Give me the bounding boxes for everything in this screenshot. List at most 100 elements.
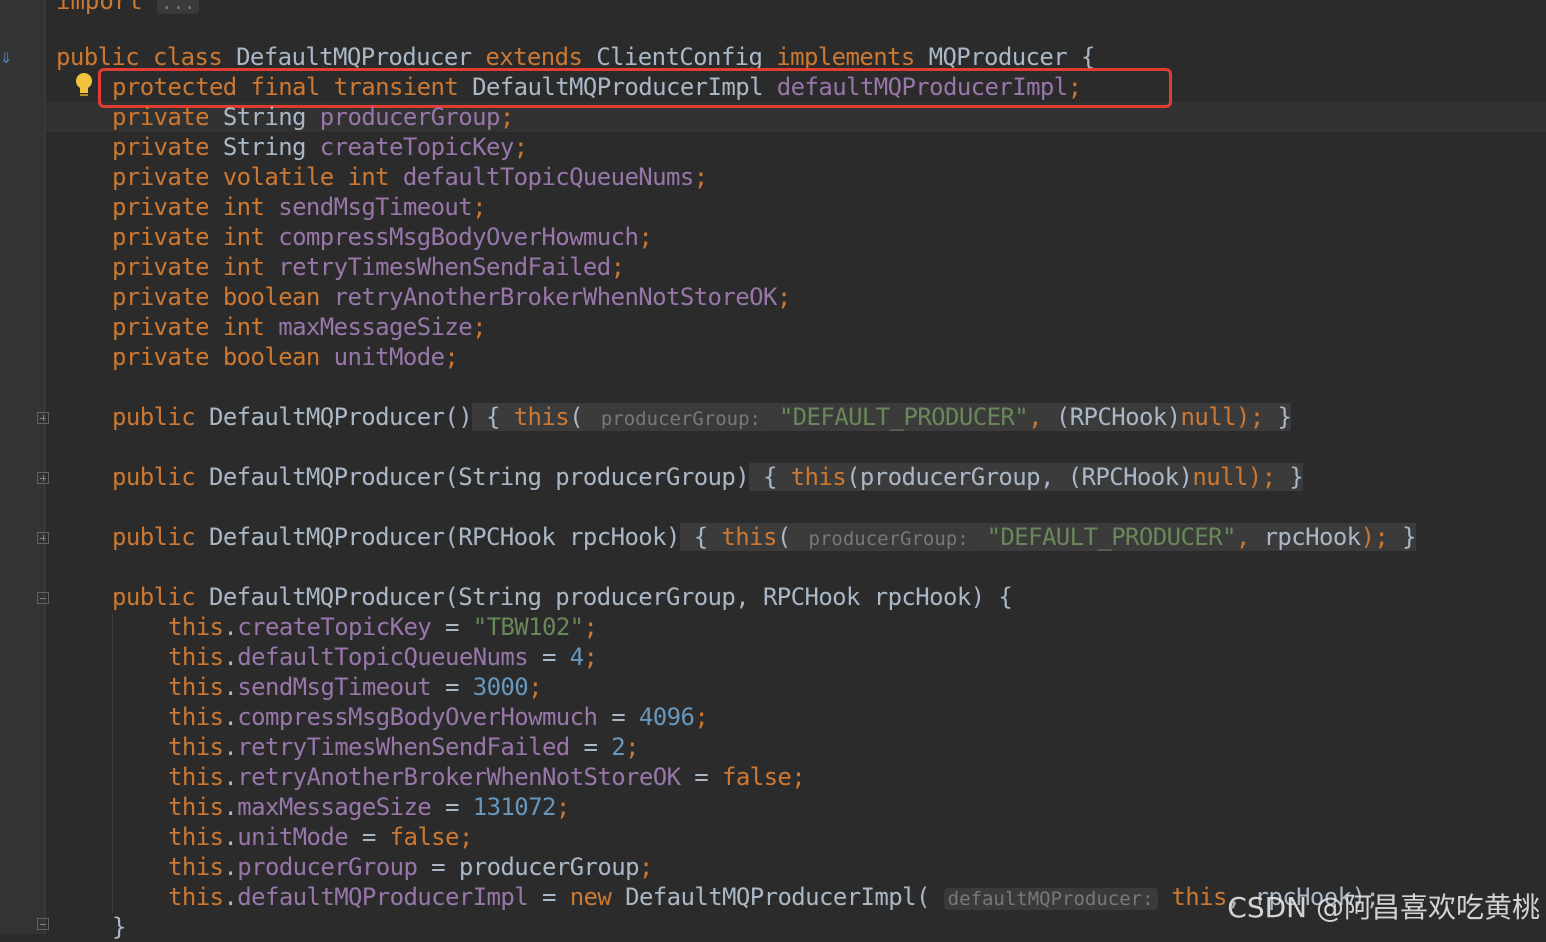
interface-name[interactable]: MQProducer: [929, 43, 1068, 71]
lparen: (: [776, 523, 791, 551]
field-ref[interactable]: unitMode: [237, 823, 348, 851]
field-modifiers: private: [112, 253, 210, 281]
assignment-line[interactable]: this.defaultTopicQueueNums = 4;: [168, 642, 598, 672]
fold-ctor4-icon[interactable]: [37, 592, 49, 604]
ctor-signature[interactable]: DefaultMQProducer(): [209, 403, 473, 431]
parent-class[interactable]: ClientConfig: [596, 43, 763, 71]
assignment-line[interactable]: this.unitMode = false;: [168, 822, 473, 852]
field-name[interactable]: retryTimesWhenSendFailed: [278, 253, 611, 281]
kw-class: class: [152, 43, 223, 71]
kw-this: this: [168, 643, 224, 671]
implements-gutter-icon[interactable]: ⇓: [0, 44, 20, 68]
call-args: (producerGroup,: [846, 463, 1054, 491]
semicolon: ;: [499, 103, 514, 131]
semicolon: ;: [694, 703, 709, 731]
field-type[interactable]: int: [223, 253, 265, 281]
field-type[interactable]: int: [223, 223, 265, 251]
ctor1-line[interactable]: public DefaultMQProducer() { this( produ…: [112, 402, 1292, 432]
field-type[interactable]: int: [223, 193, 265, 221]
call-arg: rpcHook: [1263, 523, 1362, 551]
field-name[interactable]: producerGroup: [320, 103, 501, 131]
field-line[interactable]: private int maxMessageSize;: [112, 312, 487, 342]
ctor-signature[interactable]: DefaultMQProducer(String producerGroup): [209, 463, 750, 491]
fold-ctor2-icon[interactable]: [37, 472, 49, 484]
field-ref[interactable]: compressMsgBodyOverHowmuch: [237, 703, 598, 731]
param-hint: producerGroup:: [804, 528, 973, 550]
field-type[interactable]: String: [223, 133, 307, 161]
string-literal: "DEFAULT_PRODUCER": [986, 523, 1237, 551]
field-line[interactable]: private String producerGroup;: [112, 102, 514, 132]
field-name[interactable]: sendMsgTimeout: [278, 193, 472, 221]
assignment-line[interactable]: this.producerGroup = producerGroup;: [168, 852, 653, 882]
semicolon: ;: [444, 343, 459, 371]
field-type[interactable]: boolean: [223, 283, 321, 311]
field-ref[interactable]: retryTimesWhenSendFailed: [237, 733, 570, 761]
field-name[interactable]: defaultTopicQueueNums: [403, 163, 694, 191]
field-ref[interactable]: sendMsgTimeout: [237, 673, 431, 701]
field-ref[interactable]: retryAnotherBrokerWhenNotStoreOK: [237, 763, 681, 791]
field-type[interactable]: int: [223, 313, 265, 341]
last-assignment-line[interactable]: this.defaultMQProducerImpl = new Default…: [168, 882, 1380, 912]
field-line[interactable]: private int retryTimesWhenSendFailed;: [112, 252, 625, 282]
kw-this: this: [168, 883, 224, 911]
field-line[interactable]: private boolean retryAnotherBrokerWhenNo…: [112, 282, 791, 312]
field-type[interactable]: int: [347, 163, 389, 191]
field-line[interactable]: private int compressMsgBodyOverHowmuch;: [112, 222, 653, 252]
ctor4-line[interactable]: public DefaultMQProducer(String producer…: [112, 582, 1013, 612]
assignment-line[interactable]: this.sendMsgTimeout = 3000;: [168, 672, 543, 702]
assignment-line[interactable]: this.retryTimesWhenSendFailed = 2;: [168, 732, 640, 762]
field-line[interactable]: private boolean unitMode;: [112, 342, 459, 372]
field-line[interactable]: private volatile int defaultTopicQueueNu…: [112, 162, 708, 192]
field-name[interactable]: retryAnotherBrokerWhenNotStoreOK: [334, 283, 778, 311]
field-ref[interactable]: defaultTopicQueueNums: [237, 643, 528, 671]
field-modifiers: private: [112, 103, 210, 131]
field-ref[interactable]: maxMessageSize: [237, 793, 431, 821]
import-fold-ellipsis[interactable]: ...: [157, 0, 200, 14]
field-name[interactable]: maxMessageSize: [278, 313, 472, 341]
close-brace: }: [1277, 403, 1292, 431]
assignment-line[interactable]: this.createTopicKey = "TBW102";: [168, 612, 598, 642]
string-literal: "DEFAULT_PRODUCER": [778, 403, 1029, 431]
kw-this: this: [168, 763, 224, 791]
fold-ctor1-icon[interactable]: [37, 412, 49, 424]
kw-this: this: [168, 793, 224, 821]
field-type[interactable]: boolean: [223, 343, 321, 371]
assigned-value: 4: [569, 643, 584, 671]
fold-region[interactable]: { this(producerGroup, (RPCHook)null); }: [749, 463, 1304, 491]
assigned-value: 4096: [638, 703, 695, 731]
assignment-line[interactable]: this.compressMsgBodyOverHowmuch = 4096;: [168, 702, 709, 732]
semicolon: ;: [555, 793, 570, 821]
field-ref[interactable]: producerGroup: [237, 853, 418, 881]
field-name[interactable]: createTopicKey: [320, 133, 514, 161]
comma: ,: [1235, 523, 1250, 551]
field-line[interactable]: private String createTopicKey;: [112, 132, 528, 162]
field-ref[interactable]: defaultMQProducerImpl: [237, 883, 528, 911]
semicolon: ;: [791, 763, 806, 791]
class-name[interactable]: DefaultMQProducer: [236, 43, 472, 71]
fold-region[interactable]: { this( producerGroup: "DEFAULT_PRODUCER…: [679, 523, 1417, 551]
ctor3-line[interactable]: public DefaultMQProducer(RPCHook rpcHook…: [112, 522, 1417, 552]
assigned-value: 3000: [472, 673, 529, 701]
lightbulb-icon[interactable]: [74, 72, 94, 98]
fold-ctor4-end-icon[interactable]: [37, 918, 49, 930]
field-ref[interactable]: createTopicKey: [237, 613, 431, 641]
ctor2-line[interactable]: public DefaultMQProducer(String producer…: [112, 462, 1304, 492]
assignment-line[interactable]: this.maxMessageSize = 131072;: [168, 792, 570, 822]
field-type[interactable]: String: [223, 103, 307, 131]
ctor-signature[interactable]: DefaultMQProducer(RPCHook rpcHook): [209, 523, 680, 551]
kw-this-arg: this: [1171, 883, 1227, 911]
fold-region[interactable]: { this( producerGroup: "DEFAULT_PRODUCER…: [472, 403, 1292, 431]
equals: =: [541, 883, 556, 911]
field-line[interactable]: private int sendMsgTimeout;: [112, 192, 487, 222]
kw-implements: implements: [776, 43, 915, 71]
kw-this: this: [790, 463, 847, 491]
fold-ctor3-icon[interactable]: [37, 532, 49, 544]
field-name[interactable]: unitMode: [334, 343, 445, 371]
ctor-call[interactable]: DefaultMQProducerImpl(: [625, 883, 930, 911]
field-modifiers: private: [112, 223, 210, 251]
field-name[interactable]: compressMsgBodyOverHowmuch: [278, 223, 639, 251]
ctor-signature[interactable]: DefaultMQProducer(String producerGroup, …: [209, 583, 1013, 611]
lparen: (: [569, 403, 583, 431]
assignment-line[interactable]: this.retryAnotherBrokerWhenNotStoreOK = …: [168, 762, 806, 792]
semicolon: ;: [583, 643, 598, 671]
